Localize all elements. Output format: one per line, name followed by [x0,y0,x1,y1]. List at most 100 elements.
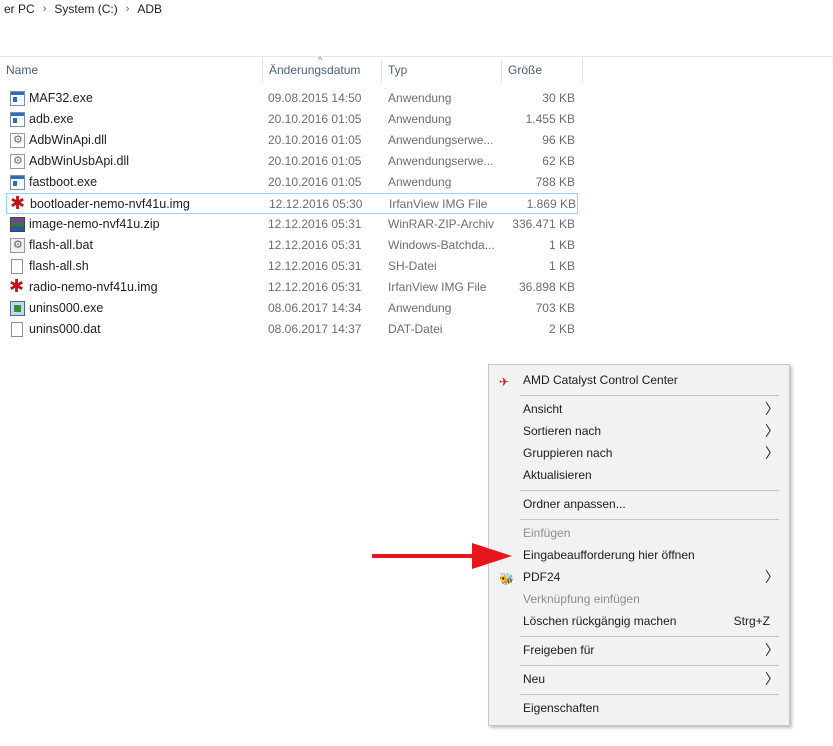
file-row[interactable]: flash-all.sh 12.12.2016 05:31 SH-Datei 1… [6,256,578,277]
menu-item-gruppieren-nach[interactable]: Gruppieren nach 〉 [489,442,789,464]
file-row[interactable]: image-nemo-nvf41u.zip 12.12.2016 05:31 W… [6,214,578,235]
menu-item-label: Eigenschaften [523,701,600,715]
column-header-name[interactable]: Name [0,58,263,82]
column-header-date[interactable]: Änderungsdatum [263,58,382,82]
file-icon [11,259,23,274]
annotation-arrow-shaft [372,554,484,558]
menu-item-aktualisieren[interactable]: Aktualisieren [489,464,789,486]
menu-item-pdf24[interactable]: PDF24 〉 [489,566,789,590]
submenu-chevron-icon: 〉 [765,445,779,461]
setup-exe-icon [10,301,25,316]
file-name: unins000.dat [29,322,101,336]
file-name: image-nemo-nvf41u.zip [29,217,160,231]
file-name: fastboot.exe [29,175,98,189]
breadcrumb-item-adb[interactable]: ADB [133,2,166,16]
file-size: 1.869 KB [526,197,576,211]
file-date: 09.08.2015 14:50 [268,91,362,105]
menu-item-eingabeaufforderung[interactable]: Eingabeaufforderung hier öffnen [489,544,789,566]
submenu-chevron-icon: 〉 [765,642,779,658]
file-size: 30 KB [542,91,575,105]
menu-item-ordner-anpassen[interactable]: Ordner anpassen... [489,493,789,515]
menu-item-ansicht[interactable]: Ansicht 〉 [489,398,789,420]
file-date: 08.06.2017 14:34 [268,301,362,315]
menu-separator [520,636,779,637]
pdf24-icon [499,568,515,590]
menu-item-amd-catalyst[interactable]: AMD Catalyst Control Center [489,369,789,393]
batch-file-icon [10,238,25,253]
breadcrumb-separator-icon[interactable]: › [122,3,134,15]
dll-icon [10,133,25,148]
file-row[interactable]: fastboot.exe 20.10.2016 01:05 Anwendung … [6,172,578,193]
file-row[interactable]: unins000.exe 08.06.2017 14:34 Anwendung … [6,298,578,319]
file-type: Anwendung [388,175,452,189]
file-type: Anwendung [388,112,452,126]
file-size: 1 KB [548,259,575,273]
menu-item-label: Gruppieren nach [523,446,613,460]
menu-item-verknuepfung-einfuegen: Verknüpfung einfügen [489,588,789,610]
menu-separator [520,665,779,666]
file-date: 20.10.2016 01:05 [268,133,362,147]
breadcrumb-item-this-pc[interactable]: er PC [0,2,39,16]
file-type: DAT-Datei [388,322,443,336]
menu-item-label: Löschen rückgängig machen [523,614,677,628]
column-header-type[interactable]: Typ [382,58,502,82]
toolbar-divider [0,56,833,57]
menu-item-label: Freigeben für [523,643,595,657]
file-row-selected[interactable]: bootloader-nemo-nvf41u.img 12.12.2016 05… [6,193,578,214]
annotation-arrow-head-icon [472,543,512,569]
file-size: 2 KB [548,322,575,336]
breadcrumb-separator-icon[interactable]: › [39,3,51,15]
menu-separator [520,519,779,520]
menu-item-eigenschaften[interactable]: Eigenschaften [489,697,789,719]
submenu-chevron-icon: 〉 [765,401,779,417]
file-row[interactable]: AdbWinApi.dll 20.10.2016 01:05 Anwendung… [6,130,578,151]
file-date: 12.12.2016 05:31 [268,217,362,231]
irfanview-img-icon [9,276,25,297]
file-row[interactable]: AdbWinUsbApi.dll 20.10.2016 01:05 Anwend… [6,151,578,172]
submenu-chevron-icon: 〉 [765,671,779,687]
menu-item-freigeben-fuer[interactable]: Freigeben für 〉 [489,639,789,661]
file-type: Anwendung [388,301,452,315]
menu-item-sortieren-nach[interactable]: Sortieren nach 〉 [489,420,789,442]
breadcrumb-item-system-c[interactable]: System (C:) [50,2,121,16]
file-row[interactable]: adb.exe 20.10.2016 01:05 Anwendung 1.455… [6,109,578,130]
menu-item-label: Aktualisieren [523,468,592,482]
file-type: IrfanView IMG File [389,197,488,211]
file-type: Windows-Batchda... [388,238,495,252]
amd-catalyst-icon [499,371,515,393]
context-menu: AMD Catalyst Control Center Ansicht 〉 So… [488,364,790,726]
file-date: 20.10.2016 01:05 [268,175,362,189]
file-date: 20.10.2016 01:05 [268,112,362,126]
menu-item-label: Ansicht [523,402,563,416]
menu-item-label: PDF24 [523,570,561,584]
file-size: 336.471 KB [512,217,575,231]
file-row[interactable]: radio-nemo-nvf41u.img 12.12.2016 05:31 I… [6,276,578,298]
submenu-chevron-icon: 〉 [765,423,779,439]
menu-item-loeschen-rueckgaengig[interactable]: Löschen rückgängig machen Strg+Z [489,610,789,632]
file-size: 62 KB [542,154,575,168]
menu-item-label: Sortieren nach [523,424,602,438]
column-header-size[interactable]: Größe [502,58,583,82]
menu-separator [520,694,779,695]
exe-icon [10,112,25,127]
file-name: adb.exe [29,112,74,126]
file-row[interactable]: unins000.dat 08.06.2017 14:37 DAT-Datei … [6,319,578,340]
file-row[interactable]: flash-all.bat 12.12.2016 05:31 Windows-B… [6,235,578,256]
file-name: AdbWinApi.dll [29,133,107,147]
exe-icon [10,175,25,190]
file-row[interactable]: MAF32.exe 09.08.2015 14:50 Anwendung 30 … [6,88,578,109]
file-size: 703 KB [535,301,575,315]
menu-item-label: AMD Catalyst Control Center [523,373,678,387]
menu-item-label: Neu [523,672,546,686]
menu-item-label: Eingabeaufforderung hier öffnen [523,548,695,562]
menu-item-label: Verknüpfung einfügen [523,592,640,606]
exe-icon [10,91,25,106]
file-type: Anwendungserwe... [388,154,494,168]
file-date: 12.12.2016 05:31 [268,259,362,273]
file-date: 08.06.2017 14:37 [268,322,362,336]
menu-item-neu[interactable]: Neu 〉 [489,668,789,690]
file-name: MAF32.exe [29,91,93,105]
breadcrumb: er PC › System (C:) › ADB [0,0,833,18]
file-name: bootloader-nemo-nvf41u.img [30,197,190,211]
file-size: 1.455 KB [525,112,575,126]
